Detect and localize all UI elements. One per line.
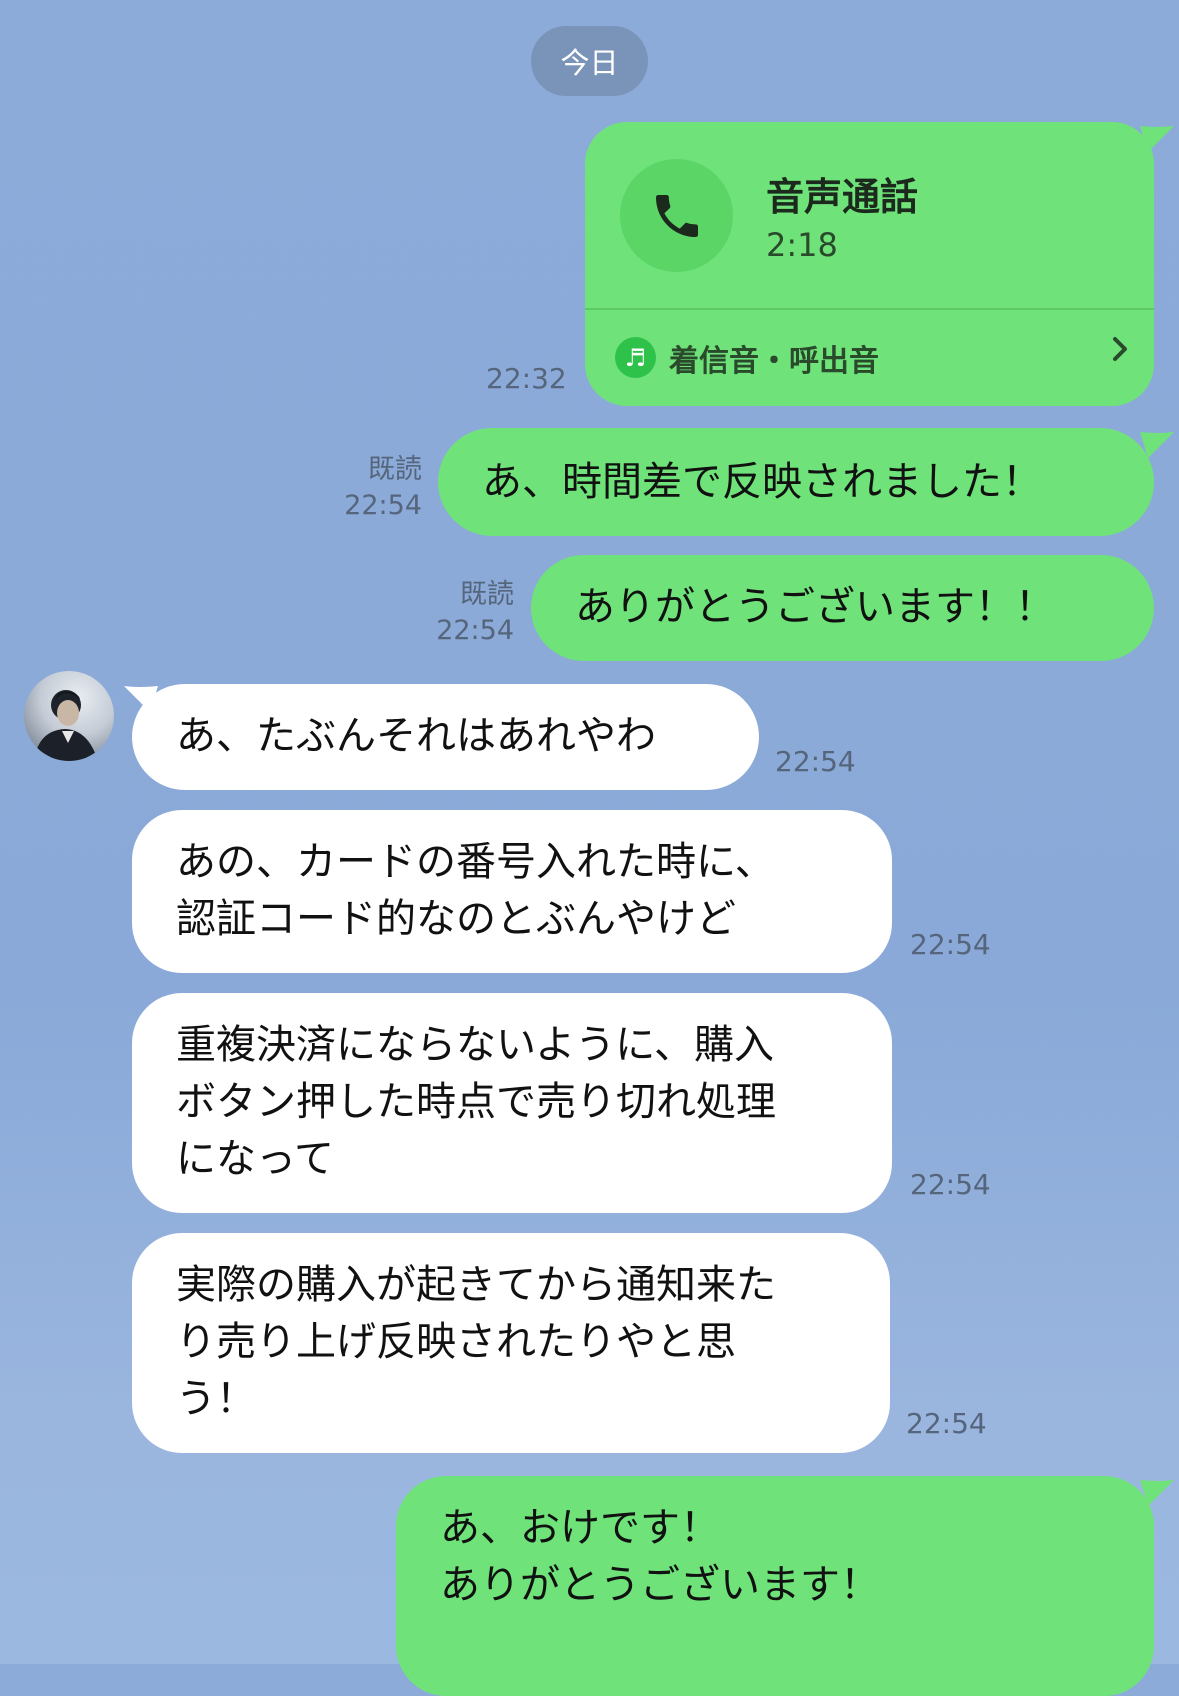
message-text: あの、カードの番号入れた時に、 認証コード的なのとぶんやけど bbox=[176, 839, 775, 942]
received-message-bubble[interactable]: あの、カードの番号入れた時に、 認証コード的なのとぶんやけど bbox=[132, 810, 892, 973]
message-text: あ、たぶんそれはあれやわ bbox=[176, 713, 656, 759]
sent-message-bubble[interactable]: あ、おけです！ ありがとうございます！ bbox=[396, 1476, 1154, 1696]
received-message-bubble[interactable]: 重複決済にならないように、購入 ボタン押した時点で売り切れ処理 になって bbox=[132, 993, 892, 1213]
message-text: 重複決済にならないように、購入 ボタン押した時点で売り切れ処理 になって bbox=[176, 1022, 776, 1182]
music-note-icon: ♬ bbox=[615, 337, 656, 378]
sent-message-bubble[interactable]: ありがとうございます！！ bbox=[531, 555, 1154, 661]
sent-message-bubble[interactable]: あ、時間差で反映されました！ bbox=[438, 428, 1154, 536]
call-timestamp: 22:32 bbox=[486, 362, 567, 395]
message-text: ありがとうございます！！ bbox=[575, 584, 1055, 630]
received-message-bubble[interactable]: 実際の購入が起きてから通知来た り売り上げ反映されたりやと思 う！ bbox=[132, 1233, 890, 1453]
message-timestamp: 22:54 bbox=[775, 745, 856, 778]
bubble-tail bbox=[1140, 1480, 1174, 1506]
ringtone-link-label[interactable]: 着信音・呼出音 bbox=[669, 336, 879, 380]
read-label: 既読 bbox=[368, 454, 422, 485]
bubble-tail bbox=[1140, 432, 1174, 458]
read-label: 既読 bbox=[460, 579, 514, 610]
date-separator: 今日 bbox=[531, 26, 648, 96]
message-timestamp: 22:54 bbox=[910, 928, 991, 961]
message-text: 実際の購入が起きてから通知来た り売り上げ反映されたりやと思 う！ bbox=[176, 1262, 776, 1422]
read-status: 既読 22:54 bbox=[420, 577, 514, 649]
message-timestamp: 22:54 bbox=[436, 615, 514, 646]
received-message-bubble[interactable]: あ、たぶんそれはあれやわ bbox=[132, 684, 759, 790]
call-duration: 2:18 bbox=[766, 226, 838, 264]
phone-icon bbox=[620, 159, 733, 272]
message-timestamp: 22:54 bbox=[906, 1407, 987, 1440]
bubble-tail bbox=[1140, 126, 1174, 152]
message-timestamp: 22:54 bbox=[910, 1168, 991, 1201]
call-title: 音声通話 bbox=[766, 175, 919, 219]
chevron-right-icon[interactable] bbox=[1100, 329, 1140, 369]
bubble-tail bbox=[124, 686, 158, 712]
message-text: あ、おけです！ ありがとうございます！ bbox=[440, 1505, 880, 1608]
call-card-divider bbox=[585, 308, 1154, 310]
read-status: 既読 22:54 bbox=[330, 452, 422, 524]
voice-call-card[interactable]: 音声通話 2:18 ♬ 着信音・呼出音 bbox=[585, 122, 1154, 406]
contact-avatar[interactable] bbox=[24, 671, 114, 761]
message-text: あ、時間差で反映されました！ bbox=[482, 459, 1042, 505]
message-timestamp: 22:54 bbox=[344, 490, 422, 521]
